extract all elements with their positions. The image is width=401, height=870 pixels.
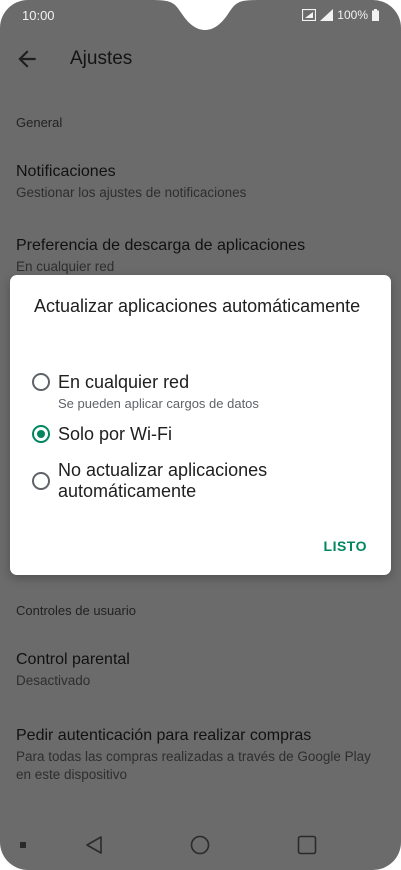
back-triangle-icon[interactable]: [85, 835, 103, 855]
option-any-network-subtitle: Se pueden aplicar cargos de datos: [58, 396, 259, 411]
signal-icon: [320, 9, 334, 21]
navigation-bar: [0, 820, 401, 870]
option-any-network[interactable]: En cualquier red Se pueden aplicar cargo…: [32, 372, 372, 412]
option-wifi-only[interactable]: Solo por Wi-Fi: [32, 424, 372, 446]
nfc-icon: [302, 9, 317, 21]
setting-notifications[interactable]: Notificaciones Gestionar los ajustes de …: [16, 162, 386, 202]
phone-screen: 10:00 100% Ajustes General Notificacione…: [0, 0, 401, 870]
setting-download-preference-subtitle: En cualquier red: [16, 259, 115, 274]
setting-purchase-auth-title: Pedir autenticación para realizar compra…: [16, 727, 312, 744]
radio-button[interactable]: [32, 373, 50, 391]
status-icons: 100%: [302, 8, 379, 22]
auto-update-dialog: Actualizar aplicaciones automáticamente …: [10, 275, 391, 575]
square-small-icon[interactable]: [20, 842, 26, 848]
page-title: Ajustes: [70, 48, 133, 69]
status-bar: 10:00 100%: [0, 0, 401, 34]
setting-download-preference[interactable]: Preferencia de descarga de aplicaciones …: [16, 236, 386, 276]
radio-button-selected[interactable]: [32, 425, 50, 443]
arrow-back-icon[interactable]: [14, 46, 40, 72]
battery-icon: [372, 9, 379, 21]
option-any-network-label: En cualquier red: [58, 372, 190, 392]
radio-button[interactable]: [32, 472, 50, 490]
option-wifi-only-label: Solo por Wi-Fi: [58, 424, 173, 444]
setting-purchase-auth[interactable]: Pedir autenticación para realizar compra…: [16, 726, 386, 784]
recents-square-icon[interactable]: [297, 835, 317, 855]
section-header-general: General: [16, 115, 63, 130]
battery-percent: 100%: [337, 8, 368, 22]
setting-purchase-auth-subtitle: Para todas las compras realizadas a trav…: [16, 749, 371, 782]
app-bar: Ajustes: [0, 36, 401, 84]
camera-notch: [150, 0, 260, 30]
option-no-auto-update-label: No actualizar aplicaciones automáticamen…: [58, 460, 268, 501]
done-button[interactable]: LISTO: [324, 538, 367, 554]
dialog-title: Actualizar aplicaciones automáticamente: [34, 296, 361, 316]
setting-download-preference-title: Preferencia de descarga de aplicaciones: [16, 237, 306, 254]
setting-parental-control-subtitle: Desactivado: [16, 673, 91, 688]
setting-parental-control-title: Control parental: [16, 651, 130, 668]
setting-notifications-title: Notificaciones: [16, 163, 116, 180]
section-header-user-controls: Controles de usuario: [16, 603, 136, 618]
setting-notifications-subtitle: Gestionar los ajustes de notificaciones: [16, 185, 247, 200]
home-circle-icon[interactable]: [190, 835, 210, 855]
option-no-auto-update[interactable]: No actualizar aplicaciones automáticamen…: [32, 460, 372, 514]
setting-parental-control[interactable]: Control parental Desactivado: [16, 650, 386, 690]
status-time: 10:00: [22, 8, 55, 23]
